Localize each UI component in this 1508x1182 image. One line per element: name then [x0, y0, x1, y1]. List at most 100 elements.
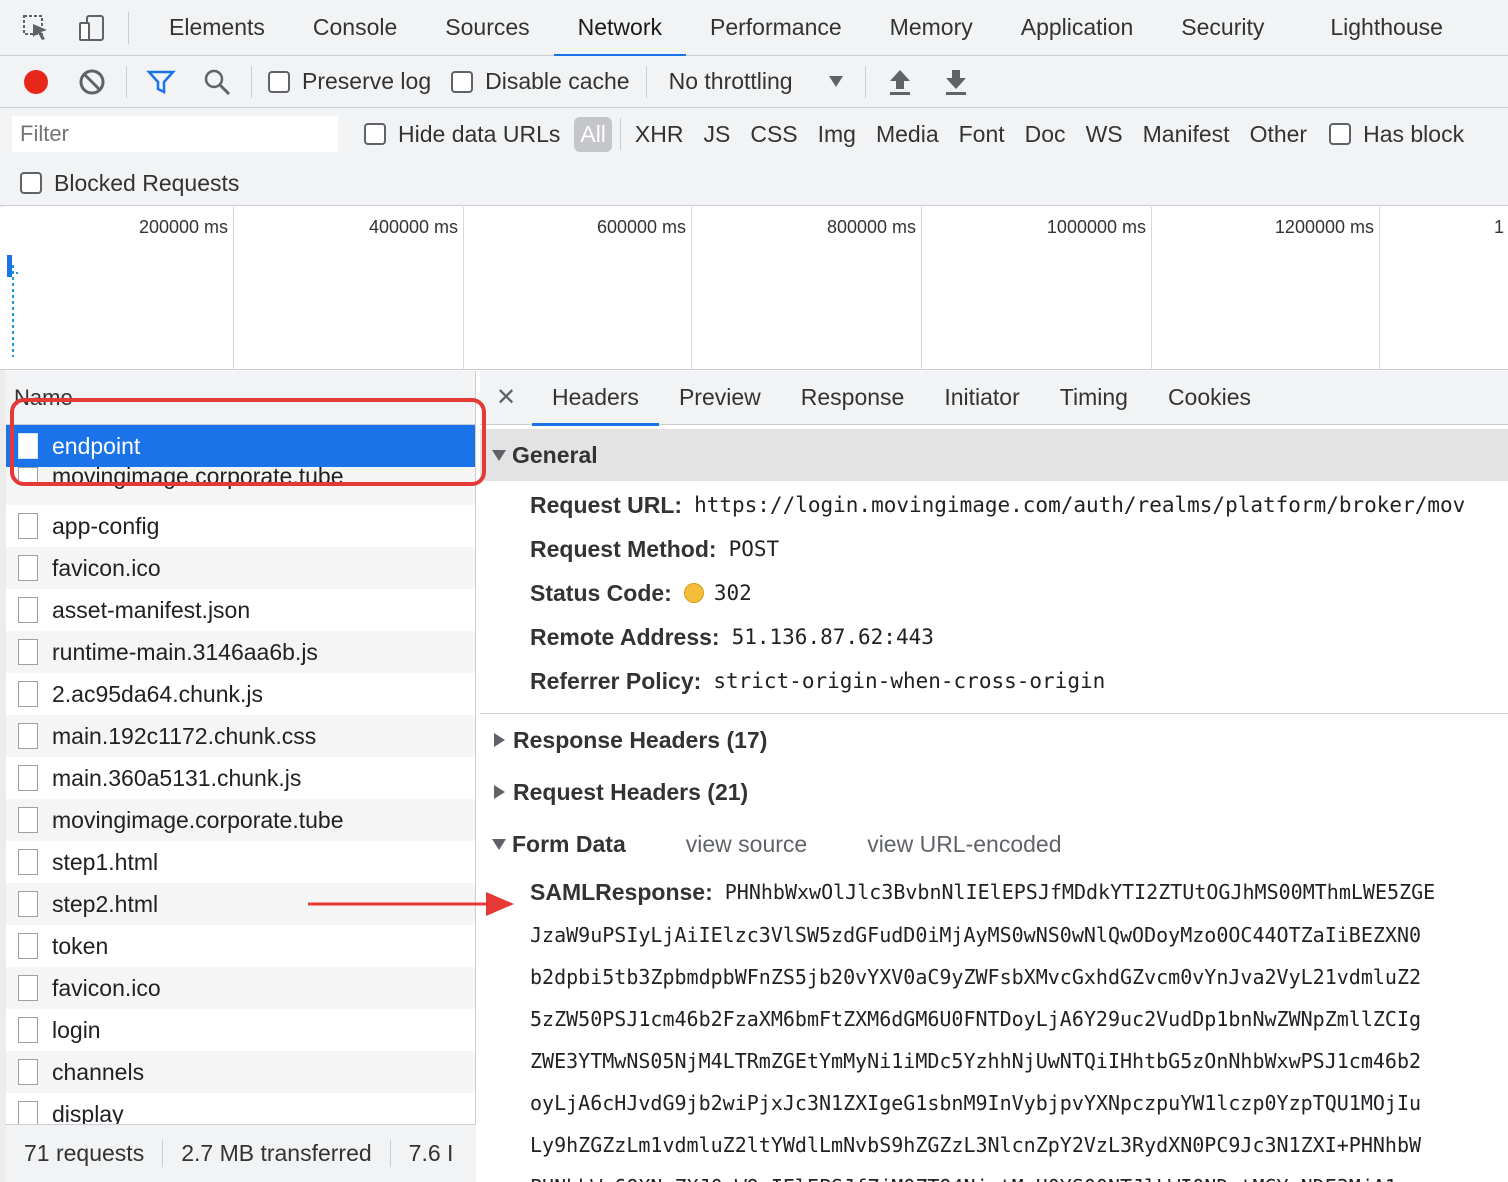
request-row[interactable]: favicon.ico — [6, 547, 475, 589]
column-header-name[interactable]: Name — [6, 371, 475, 425]
filter-type-ws[interactable]: WS — [1076, 121, 1133, 148]
checkbox-box[interactable] — [364, 123, 386, 145]
filter-type-media[interactable]: Media — [866, 121, 949, 148]
script-file-icon — [18, 639, 38, 665]
import-har-button[interactable] — [872, 56, 928, 108]
device-toolbar-icon[interactable] — [64, 0, 120, 56]
tab-preview[interactable]: Preview — [659, 371, 781, 425]
file-icon — [18, 807, 38, 833]
request-row[interactable]: endpoint — [6, 425, 475, 467]
request-row[interactable]: channels — [6, 1051, 475, 1093]
has-blocked-cookies-checkbox[interactable]: Has block — [1329, 121, 1464, 148]
clear-button[interactable] — [64, 56, 120, 108]
timeline-tick-label: 1200000 ms — [1274, 217, 1374, 237]
expanded-triangle-icon — [492, 838, 506, 850]
request-row[interactable]: movingimage.corporate.tube — [6, 463, 475, 505]
remote-address-row: Remote Address: 51.136.87.62:443 — [480, 615, 1508, 659]
timeline-tick-label: 600000 ms — [596, 217, 686, 237]
file-icon — [18, 933, 38, 959]
general-section-header[interactable]: General — [480, 429, 1508, 481]
filter-type-manifest[interactable]: Manifest — [1133, 121, 1240, 148]
filter-type-doc[interactable]: Doc — [1015, 121, 1076, 148]
tab-timing[interactable]: Timing — [1040, 371, 1148, 425]
referrer-policy-value: strict-origin-when-cross-origin — [713, 669, 1106, 693]
filter-type-all[interactable]: All — [574, 116, 612, 152]
view-source-link[interactable]: view source — [686, 831, 807, 858]
tab-console[interactable]: Console — [289, 0, 421, 56]
filter-input[interactable] — [12, 116, 338, 152]
filter-type-font[interactable]: Font — [949, 121, 1015, 148]
status-code-label: Status Code: — [530, 579, 672, 606]
tab-headers[interactable]: Headers — [532, 371, 659, 426]
resources-size: 7.6 I — [408, 1140, 454, 1166]
checkbox-box[interactable] — [1329, 123, 1352, 145]
request-row[interactable]: step1.html — [6, 841, 475, 883]
request-row[interactable]: app-config — [6, 505, 475, 547]
tab-response[interactable]: Response — [781, 371, 925, 425]
request-name: app-config — [52, 512, 160, 539]
file-icon — [18, 555, 38, 581]
throttling-select[interactable]: No throttling — [653, 68, 859, 95]
hide-data-urls-label: Hide data URLs — [398, 120, 561, 147]
filter-type-xhr[interactable]: XHR — [625, 121, 694, 148]
form-data-section-header[interactable]: Form Data view source view URL-encoded — [480, 818, 1508, 870]
filter-type-js[interactable]: JS — [693, 121, 740, 148]
blocked-requests-checkbox[interactable]: Blocked Requests — [20, 170, 239, 197]
export-har-button[interactable] — [928, 56, 984, 108]
request-row[interactable]: token — [6, 925, 475, 967]
request-row[interactable]: runtime-main.3146aa6b.js — [6, 631, 475, 673]
record-button[interactable] — [8, 56, 64, 108]
divider — [126, 65, 127, 98]
checkbox-box[interactable] — [451, 70, 474, 93]
request-row[interactable]: main.360a5131.chunk.js — [6, 757, 475, 799]
tab-memory[interactable]: Memory — [866, 0, 997, 56]
filter-toggle-button[interactable] — [133, 56, 189, 108]
request-row[interactable]: main.192c1172.chunk.css — [6, 715, 475, 757]
file-icon — [18, 467, 38, 485]
request-row[interactable]: asset-manifest.json — [6, 589, 475, 631]
tab-sources[interactable]: Sources — [421, 0, 553, 56]
filter-type-other[interactable]: Other — [1240, 121, 1318, 148]
tab-cookies[interactable]: Cookies — [1148, 371, 1271, 425]
request-list: Name endpoint movingimage.corporate.tube… — [6, 371, 476, 1182]
filter-row: Hide data URLs All XHR JS CSS Img Media … — [0, 108, 1508, 160]
tab-initiator[interactable]: Initiator — [924, 371, 1039, 425]
search-button[interactable] — [189, 56, 245, 108]
filter-bar: Hide data URLs All XHR JS CSS Img Media … — [0, 108, 1508, 206]
file-icon — [18, 433, 38, 459]
tab-network[interactable]: Network — [553, 0, 687, 57]
hide-data-urls-checkbox[interactable]: Hide data URLs — [364, 121, 560, 148]
request-headers-section-header[interactable]: Request Headers (21) — [480, 766, 1508, 818]
tab-elements[interactable]: Elements — [145, 0, 289, 56]
download-icon — [945, 69, 966, 95]
response-headers-section-header[interactable]: Response Headers (17) — [480, 714, 1508, 766]
record-icon — [24, 69, 48, 94]
close-icon[interactable]: ✕ — [480, 383, 532, 412]
network-overview[interactable]: 200000 ms 400000 ms 600000 ms 800000 ms … — [0, 207, 1508, 370]
inspect-element-icon[interactable] — [8, 0, 64, 56]
checkbox-box[interactable] — [20, 172, 42, 194]
view-url-encoded-link[interactable]: view URL-encoded — [867, 831, 1061, 858]
filter-type-img[interactable]: Img — [808, 121, 866, 148]
request-name: favicon.ico — [52, 974, 161, 1001]
request-name: endpoint — [52, 432, 141, 459]
request-row[interactable]: favicon.ico — [6, 967, 475, 1009]
tab-performance[interactable]: Performance — [686, 0, 866, 56]
tab-security[interactable]: Security — [1157, 0, 1288, 56]
checkbox-box[interactable] — [268, 70, 290, 93]
request-row[interactable]: movingimage.corporate.tube — [6, 799, 475, 841]
saml-response-line: oyLjA6cHJvdG9jb2wiPjxJc3N1ZXIgeG1sbnM9In… — [530, 1091, 1422, 1115]
request-row[interactable]: 2.ac95da64.chunk.js — [6, 673, 475, 715]
tab-lighthouse[interactable]: Lighthouse — [1288, 0, 1467, 56]
preserve-log-checkbox[interactable]: Preserve log — [268, 68, 431, 95]
request-url-row: Request URL: https://login.movingimage.co… — [480, 483, 1508, 527]
filter-type-css[interactable]: CSS — [740, 121, 807, 148]
disable-cache-checkbox[interactable]: Disable cache — [451, 68, 630, 95]
chevron-down-icon — [828, 76, 843, 87]
arrow-annotation-icon — [308, 892, 514, 916]
filter-icon — [146, 70, 176, 94]
request-name: main.192c1172.chunk.css — [52, 722, 317, 749]
request-rows: endpoint movingimage.corporate.tube app-… — [6, 425, 475, 1135]
request-row[interactable]: login — [6, 1009, 475, 1051]
tab-application[interactable]: Application — [997, 0, 1158, 56]
